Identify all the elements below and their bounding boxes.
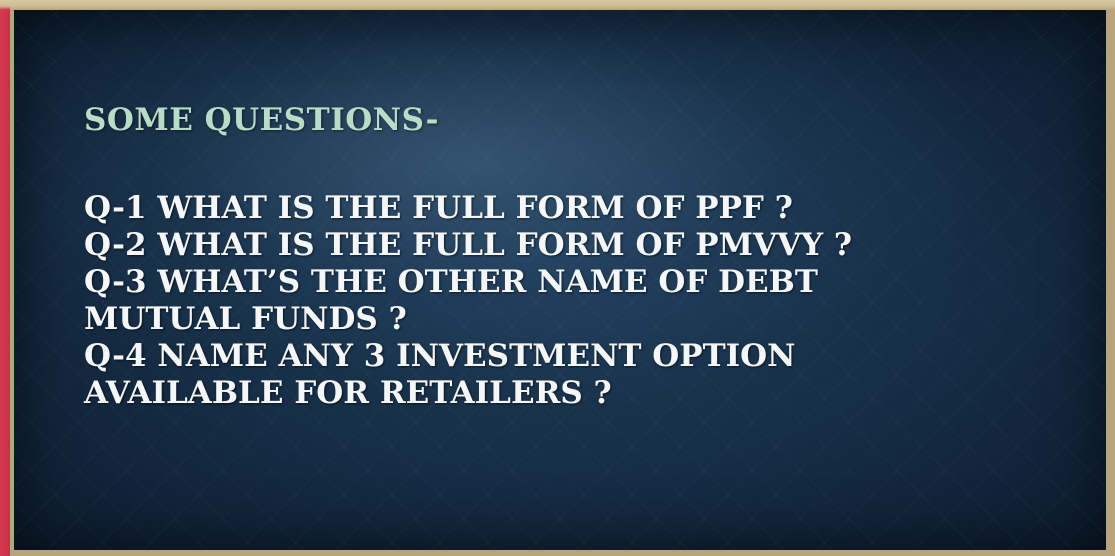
question-text: Q-4 NAME ANY 3 INVESTMENT OPTION	[84, 338, 796, 374]
question-item: Q-3 WHAT’S THE OTHER NAME OF DEBT MUTUAL…	[84, 264, 1044, 338]
slide-heading: SOME QUESTIONS-	[84, 102, 439, 138]
question-text: Q-1 WHAT IS THE FULL FORM OF PPF ?	[84, 190, 793, 226]
question-text: Q-2 WHAT IS THE FULL FORM OF PMVVY ?	[84, 227, 853, 263]
question-list: Q-1 WHAT IS THE FULL FORM OF PPF ? Q-2 W…	[84, 190, 1044, 412]
question-item: Q-1 WHAT IS THE FULL FORM OF PPF ?	[84, 190, 1044, 227]
question-text: Q-3 WHAT’S THE OTHER NAME OF DEBT	[84, 264, 818, 300]
question-item: Q-2 WHAT IS THE FULL FORM OF PMVVY ?	[84, 227, 1044, 264]
question-text-continued: AVAILABLE FOR RETAILERS ?	[84, 375, 612, 411]
question-item: Q-4 NAME ANY 3 INVESTMENT OPTION AVAILAB…	[84, 338, 1044, 412]
slide-frame: SOME QUESTIONS- Q-1 WHAT IS THE FULL FOR…	[0, 0, 1115, 556]
slide-canvas: SOME QUESTIONS- Q-1 WHAT IS THE FULL FOR…	[14, 10, 1106, 550]
question-text-continued: MUTUAL FUNDS ?	[84, 301, 407, 337]
